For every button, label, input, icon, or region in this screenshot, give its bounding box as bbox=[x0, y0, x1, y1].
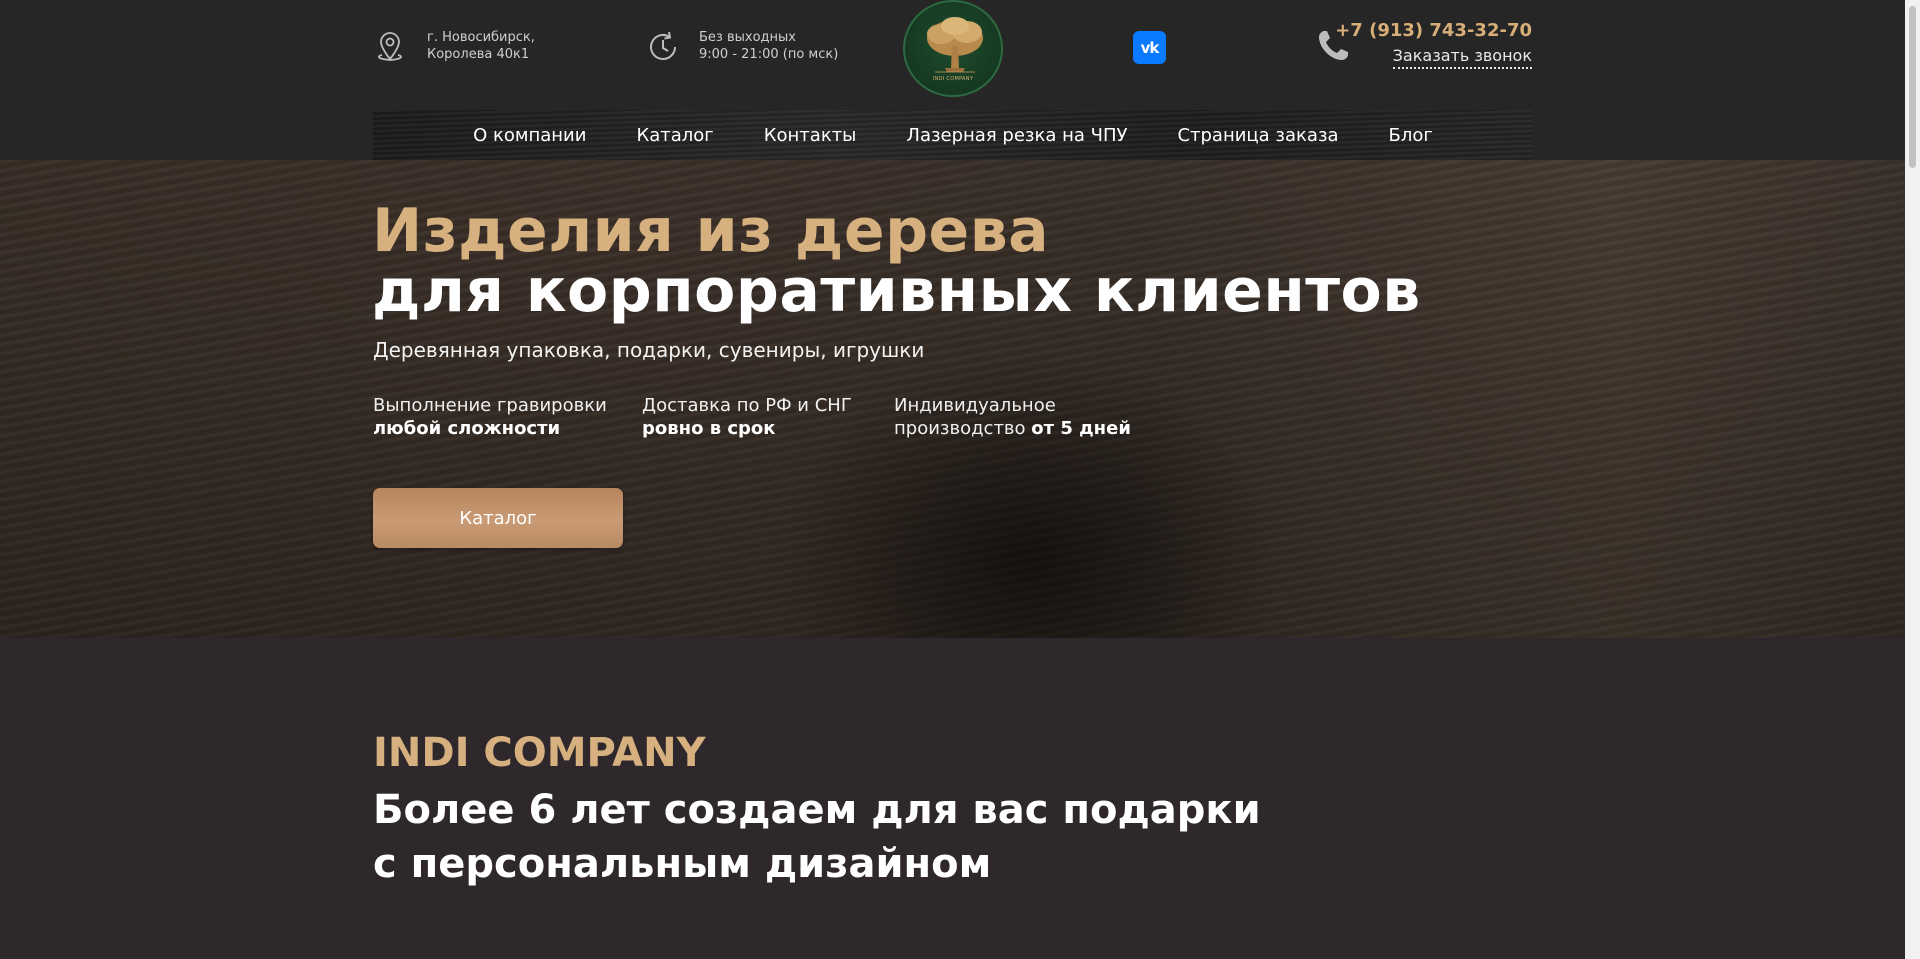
working-hours-text: Без выходных 9:00 - 21:00 (по мск) bbox=[699, 29, 838, 63]
location-info: г. Новосибирск, Королева 40к1 bbox=[373, 29, 535, 63]
feature-delivery-bold: ровно в срок bbox=[642, 418, 776, 439]
location-city: г. Новосибирск, bbox=[427, 30, 535, 45]
nav-item-catalog[interactable]: Каталог bbox=[611, 125, 738, 146]
company-logo[interactable]: INDI COMPANY bbox=[903, 0, 1003, 97]
feature-delivery: Доставка по РФ и СНГ ровно в срок bbox=[642, 394, 852, 440]
main-navigation: О компании Каталог Контакты Лазерная рез… bbox=[373, 110, 1533, 160]
working-days: Без выходных bbox=[699, 30, 796, 45]
page-scrollbar[interactable] bbox=[1905, 0, 1920, 959]
about-company-name: INDI COMPANY bbox=[373, 730, 706, 776]
order-callback-link[interactable]: Заказать звонок bbox=[1392, 46, 1532, 69]
location-text: г. Новосибирск, Королева 40к1 bbox=[427, 29, 535, 63]
site-header: г. Новосибирск, Королева 40к1 Без выходн… bbox=[0, 0, 1905, 160]
feature-delivery-text: Доставка по РФ и СНГ bbox=[642, 395, 852, 416]
about-heading-line-2: с персональным дизайном bbox=[373, 841, 992, 887]
phone-number-link[interactable]: +7 (913) 743-32-70 bbox=[1335, 20, 1532, 41]
feature-engraving: Выполнение гравировки любой сложности bbox=[373, 394, 607, 440]
about-heading-line-1: Более 6 лет создаем для вас подарки bbox=[373, 787, 1261, 833]
location-address: Королева 40к1 bbox=[427, 47, 530, 62]
feature-production-bold: от 5 дней bbox=[1031, 418, 1131, 439]
scrollbar-thumb[interactable] bbox=[1909, 6, 1916, 168]
nav-item-about[interactable]: О компании bbox=[448, 125, 611, 146]
hero-subtitle: Деревянная упаковка, подарки, сувениры, … bbox=[373, 338, 925, 362]
feature-engraving-bold: любой сложности bbox=[373, 418, 561, 439]
nav-item-contacts[interactable]: Контакты bbox=[739, 125, 882, 146]
page: г. Новосибирск, Королева 40к1 Без выходн… bbox=[0, 0, 1905, 959]
nav-item-laser-cutting[interactable]: Лазерная резка на ЧПУ bbox=[881, 125, 1152, 146]
hero-title: для корпоративных клиентов bbox=[372, 256, 1421, 326]
feature-production-text-1: Индивидуальное bbox=[894, 395, 1056, 416]
feature-production-line-2: производство от 5 дней bbox=[894, 417, 1131, 440]
feature-production: Индивидуальное производство от 5 дней bbox=[894, 394, 1131, 440]
nav-item-order-page[interactable]: Страница заказа bbox=[1152, 125, 1363, 146]
working-hours-info: Без выходных 9:00 - 21:00 (по мск) bbox=[645, 29, 838, 63]
tree-logo-icon bbox=[927, 17, 983, 73]
feature-engraving-text: Выполнение гравировки bbox=[373, 395, 607, 416]
clock-icon bbox=[645, 29, 679, 63]
vk-link[interactable]: vk bbox=[1133, 31, 1166, 64]
hero-section: Изделия из дерева для корпоративных клие… bbox=[0, 160, 1905, 638]
map-pin-icon bbox=[373, 29, 407, 63]
feature-production-text-2: производство bbox=[894, 418, 1026, 439]
nav-item-blog[interactable]: Блог bbox=[1364, 125, 1458, 146]
logo-caption: INDI COMPANY bbox=[932, 76, 974, 82]
working-time: 9:00 - 21:00 (по мск) bbox=[699, 47, 839, 62]
about-heading: Более 6 лет создаем для вас подарки с пе… bbox=[373, 783, 1261, 891]
vk-icon: vk bbox=[1140, 38, 1160, 57]
catalog-button[interactable]: Каталог bbox=[373, 488, 623, 548]
